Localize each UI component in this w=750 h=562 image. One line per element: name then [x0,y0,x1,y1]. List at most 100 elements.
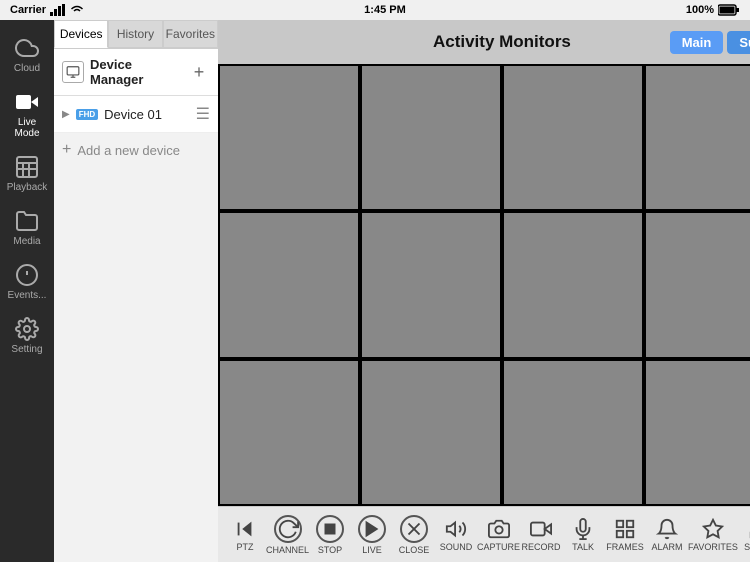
device-name: Device 01 [104,107,190,122]
toolbar-label-live: LIVE [362,545,382,555]
toolbar-item-frames[interactable]: FRAMES [604,518,646,552]
device-badge-container: FHD [76,109,98,120]
grid-cell-9[interactable] [218,359,360,506]
toolbar-item-live[interactable]: LIVE [351,515,393,555]
grid-cell-11[interactable] [502,359,644,506]
toolbar-label-ptz: PTZ [237,542,254,552]
capture-icon [488,518,510,540]
close-circle-icon [400,515,428,543]
sidebar-item-cloud[interactable]: Cloud [0,28,54,82]
toolbar-label-alarm: ALARM [652,542,683,552]
playback-icon [15,155,39,179]
toolbar-item-stop[interactable]: STOP [309,515,351,555]
sub-view-button[interactable]: Sub [727,31,750,54]
play-triangle-icon [361,518,383,540]
sidebar-item-setting[interactable]: Setting [0,309,54,363]
stop-circle-icon [316,515,344,543]
grid-cell-3[interactable] [502,64,644,211]
toolbar-item-alarm[interactable]: ALARM [646,518,688,552]
grid-cell-10[interactable] [360,359,502,506]
toolbar-item-close[interactable]: CLOSE [393,515,435,555]
device-menu-icon[interactable]: ☰ [196,104,210,124]
sidebar: Cloud Live Mode Playback [0,20,54,562]
status-battery: 100% [686,4,740,16]
toolbar-label-close: CLOSE [399,545,430,555]
sidebar-item-events[interactable]: Events... [0,255,54,309]
app-container: Cloud Live Mode Playback [0,20,750,562]
add-device-label: Add a new device [77,143,180,158]
device-chevron-icon: ▶ [62,109,70,120]
main-content: Activity Monitors Main Sub [218,20,750,562]
battery-icon [718,4,740,16]
setting-icon [15,317,39,341]
add-device-header-button[interactable]: + [188,61,210,83]
signal-icon [50,4,66,16]
grid-cell-4[interactable] [644,64,750,211]
header-buttons: Main Sub [670,31,750,54]
tab-favorites[interactable]: Favorites [163,20,218,48]
tab-devices[interactable]: Devices [54,20,108,48]
toolbar-item-talk[interactable]: TALK [562,518,604,552]
toolbar-label-talk: TALK [572,542,594,552]
grid-cell-8[interactable] [644,211,750,358]
wifi-icon [70,4,84,16]
camera-grid [218,64,750,506]
main-header: Activity Monitors Main Sub [218,20,750,64]
add-new-device-item[interactable]: + Add a new device [54,133,218,167]
status-time: 1:45 PM [364,4,406,16]
toolbar-label-stop: STOP [318,545,342,555]
device-list-item[interactable]: ▶ FHD Device 01 ☰ [54,96,218,133]
sidebar-item-livemode[interactable]: Live Mode [0,82,54,147]
grid-cell-6[interactable] [360,211,502,358]
toolbar-label-capture: CAPTURE [477,542,520,552]
main-view-button[interactable]: Main [670,31,724,54]
add-plus-icon: + [62,141,71,159]
alarm-icon [656,518,678,540]
toolbar-label-scale: SCALE [744,542,750,552]
toolbar-label-sound: SOUND [440,542,473,552]
page-title: Activity Monitors [433,32,571,52]
status-bar: Carrier 1:45 PM 100% [0,0,750,20]
grid-cell-5[interactable] [218,211,360,358]
tab-bar: Devices History Favorites [54,20,218,49]
toolbar-item-sound[interactable]: SOUND [435,518,477,552]
favorites-icon [702,518,724,540]
toolbar-item-scale[interactable]: SCALE [738,518,750,552]
record-icon [530,518,552,540]
sidebar-item-playback[interactable]: Playback [0,147,54,201]
monitor-icon [66,65,80,79]
skip-back-icon [234,518,256,540]
cloud-icon [15,36,39,60]
toolbar-item-capture[interactable]: CAPTURE [477,518,520,552]
device-manager-header: Device Manager + [54,49,218,96]
tab-history[interactable]: History [108,20,162,48]
device-manager-title: Device Manager [90,57,182,87]
talk-icon [572,518,594,540]
sound-icon [445,518,467,540]
x-icon [403,518,425,540]
bottom-toolbar: PTZ CHANNEL STOP [218,506,750,562]
panel-area: Devices History Favorites Device Manager… [54,20,218,562]
device-resolution-badge: FHD [76,109,98,120]
toolbar-label-channel: CHANNEL [266,545,309,555]
grid-cell-1[interactable] [218,64,360,211]
camera-icon [15,90,39,114]
toolbar-label-favorites: FAVORITES [688,542,738,552]
toolbar-item-record[interactable]: RECORD [520,518,562,552]
stop-square-icon [319,518,341,540]
toolbar-label-frames: FRAMES [606,542,644,552]
grid-cell-7[interactable] [502,211,644,358]
ptz-arrows-icon [277,518,299,540]
ptz-circle-icon [274,515,302,543]
toolbar-label-record: RECORD [522,542,561,552]
toolbar-item-channel[interactable]: CHANNEL [266,515,309,555]
grid-cell-2[interactable] [360,64,502,211]
toolbar-item-ptz[interactable]: PTZ [224,518,266,552]
events-icon [15,263,39,287]
sidebar-item-media[interactable]: Media [0,201,54,255]
live-circle-icon [358,515,386,543]
media-icon [15,209,39,233]
grid-cell-12[interactable] [644,359,750,506]
status-carrier: Carrier [10,4,84,16]
toolbar-item-favorites[interactable]: FAVORITES [688,518,738,552]
